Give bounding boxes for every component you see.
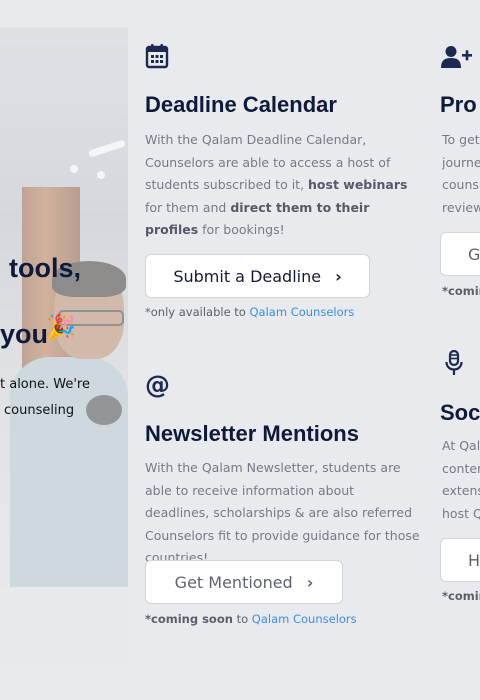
card-title: Newsletter Mentions: [145, 421, 359, 446]
hero-heading-line2: you: [0, 319, 49, 349]
profile-button[interactable]: G: [440, 232, 480, 276]
hero-photo-panel: tools, you 🎉 t alone. We're counseling: [0, 27, 128, 664]
hero-subtext-line1: t alone. We're: [0, 377, 90, 392]
desc-line: To get: [442, 132, 480, 147]
get-mentioned-button[interactable]: Get Mentioned ›: [145, 560, 343, 604]
card-description: At Qal conter extens host Q: [442, 435, 480, 525]
availability-note: *coming soon to Qalam Counselors: [145, 612, 357, 626]
desc-line: review: [442, 199, 480, 215]
button-label: G: [468, 244, 480, 264]
chevron-right-icon: ›: [335, 266, 342, 286]
qalam-counselors-link[interactable]: Qalam Counselors: [250, 305, 355, 319]
calendar-icon: [145, 43, 171, 69]
social-button[interactable]: H: [440, 538, 480, 582]
desc-line: journe: [442, 154, 480, 170]
note-text: to: [232, 612, 252, 626]
card-title: Soc: [440, 400, 480, 425]
desc-line: conter: [442, 460, 480, 476]
microphone-icon: [444, 349, 470, 376]
at-sign-icon: @: [145, 370, 170, 399]
desc-text: for bookings!: [198, 222, 285, 237]
card-description: With the Qalam Newsletter, students are …: [145, 460, 420, 565]
card-title: Pro: [440, 92, 477, 117]
note-text: *only available to: [145, 305, 250, 319]
availability-note: *only available to Qalam Counselors: [145, 305, 354, 319]
note-bold: *coming soon: [145, 612, 233, 626]
party-popper-icon: 🎉: [46, 313, 76, 341]
availability-note: *comin: [442, 589, 480, 603]
button-label: H: [468, 550, 480, 570]
availability-note: *comin: [442, 284, 480, 298]
desc-line: host Q: [442, 505, 480, 521]
card-title: Deadline Calendar: [145, 92, 337, 117]
user-plus-icon: [440, 45, 472, 71]
card-description: With the Qalam Deadline Calendar, Counse…: [145, 129, 420, 242]
button-label: Get Mentioned: [174, 572, 293, 592]
hero-subtext-line2: counseling: [4, 403, 75, 418]
card-description: To get journe couns review: [442, 129, 480, 219]
desc-line: At Qal: [442, 438, 480, 453]
chevron-right-icon: ›: [306, 572, 314, 592]
desc-line: extens: [442, 483, 480, 498]
qalam-counselors-link[interactable]: Qalam Counselors: [252, 612, 357, 626]
button-label: Submit a Deadline: [173, 266, 322, 286]
desc-text: for them and: [145, 199, 231, 215]
submit-deadline-button[interactable]: Submit a Deadline ›: [145, 254, 370, 298]
desc-line: couns: [442, 177, 479, 192]
hero-heading-line1: tools,: [9, 253, 81, 283]
desc-bold: host webinars: [308, 177, 408, 192]
